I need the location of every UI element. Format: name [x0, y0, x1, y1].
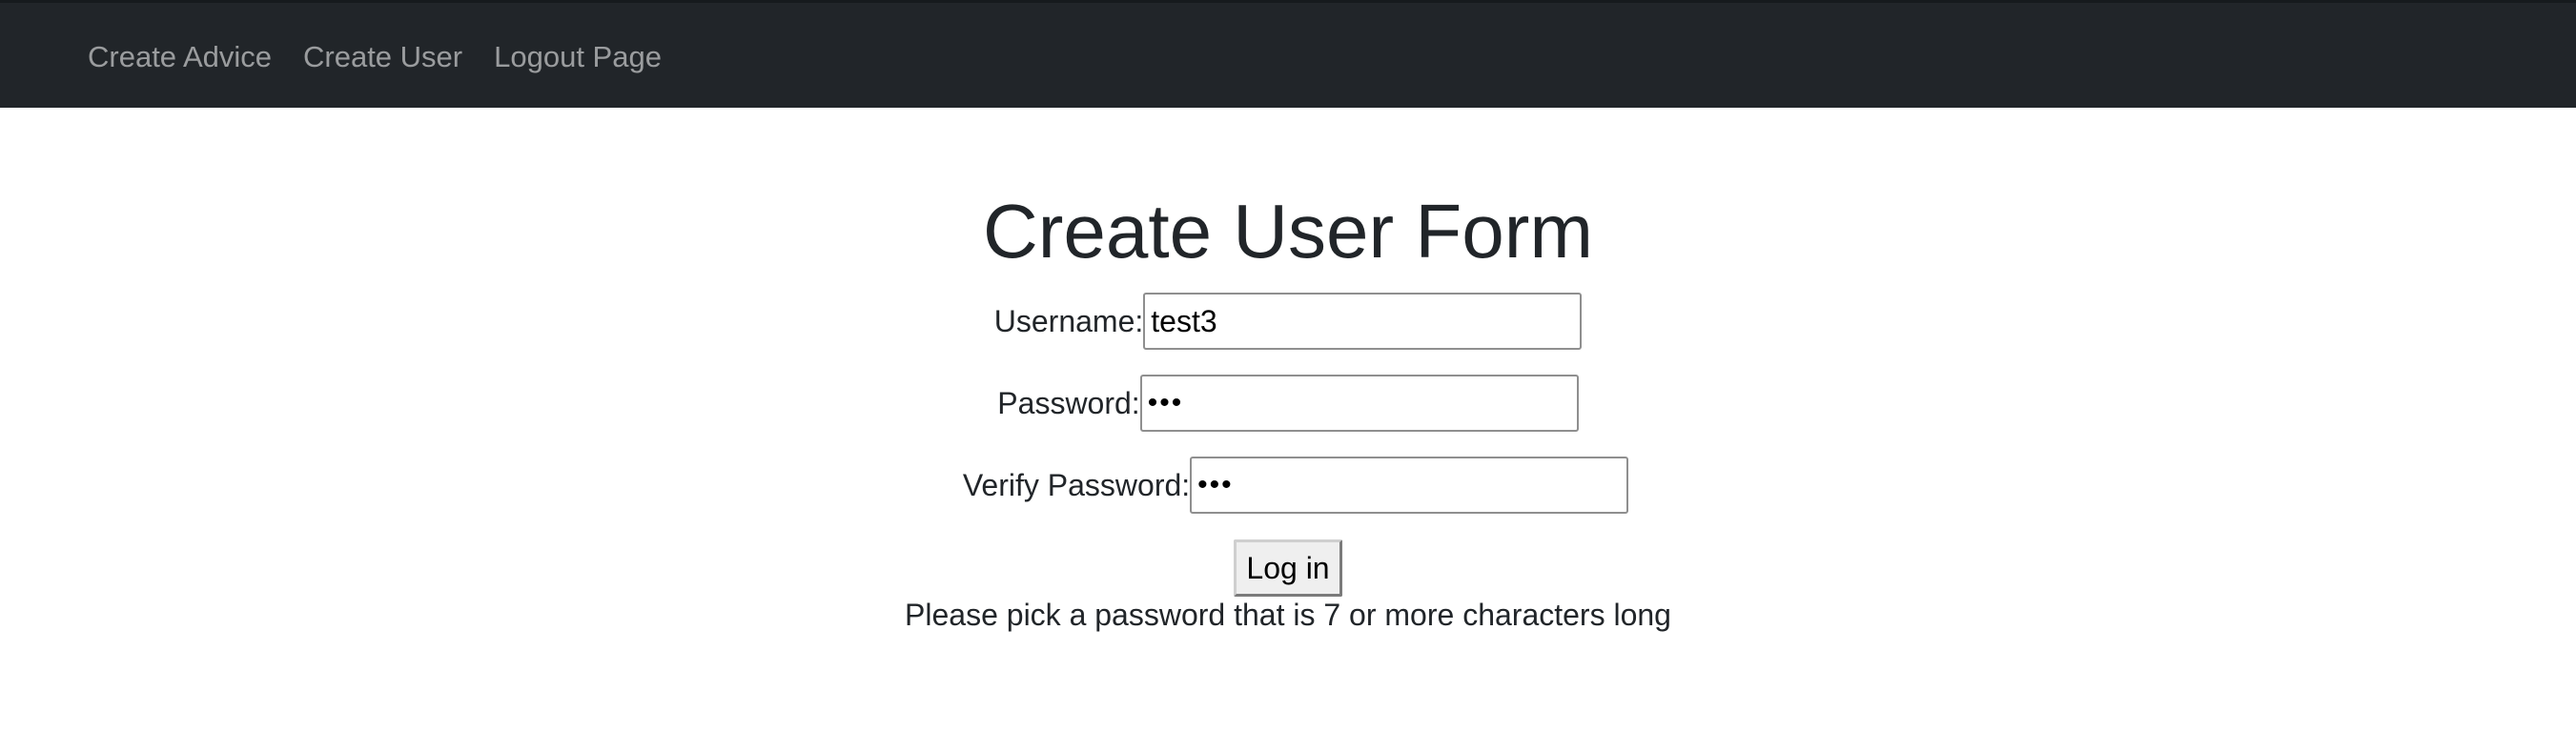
- verify-password-row: Verify Password:: [0, 457, 2576, 514]
- password-input[interactable]: [1139, 375, 1579, 432]
- login-button[interactable]: Log in: [1234, 539, 1342, 597]
- nav-link-logout[interactable]: Logout Page: [494, 40, 662, 74]
- main-content: Create User Form Username: Password: Ver…: [0, 108, 2576, 732]
- password-row: Password:: [0, 375, 2576, 432]
- username-row: Username:: [0, 293, 2576, 350]
- page-title: Create User Form: [982, 189, 1594, 274]
- nav-link-create-user[interactable]: Create User: [303, 40, 462, 74]
- nav-link-create-advice[interactable]: Create Advice: [88, 40, 272, 74]
- username-label: Username:: [993, 303, 1144, 338]
- verify-password-label: Verify Password:: [962, 467, 1191, 502]
- password-label: Password:: [997, 385, 1140, 420]
- username-input[interactable]: [1143, 293, 1583, 350]
- nav-links: Create Advice Create User Logout Page: [88, 3, 693, 111]
- verify-password-input[interactable]: [1190, 457, 1629, 514]
- submit-row: Log in: [0, 539, 2576, 597]
- top-navbar: Create Advice Create User Logout Page: [0, 0, 2576, 108]
- password-hint: Please pick a password that is 7 or more…: [905, 598, 1671, 632]
